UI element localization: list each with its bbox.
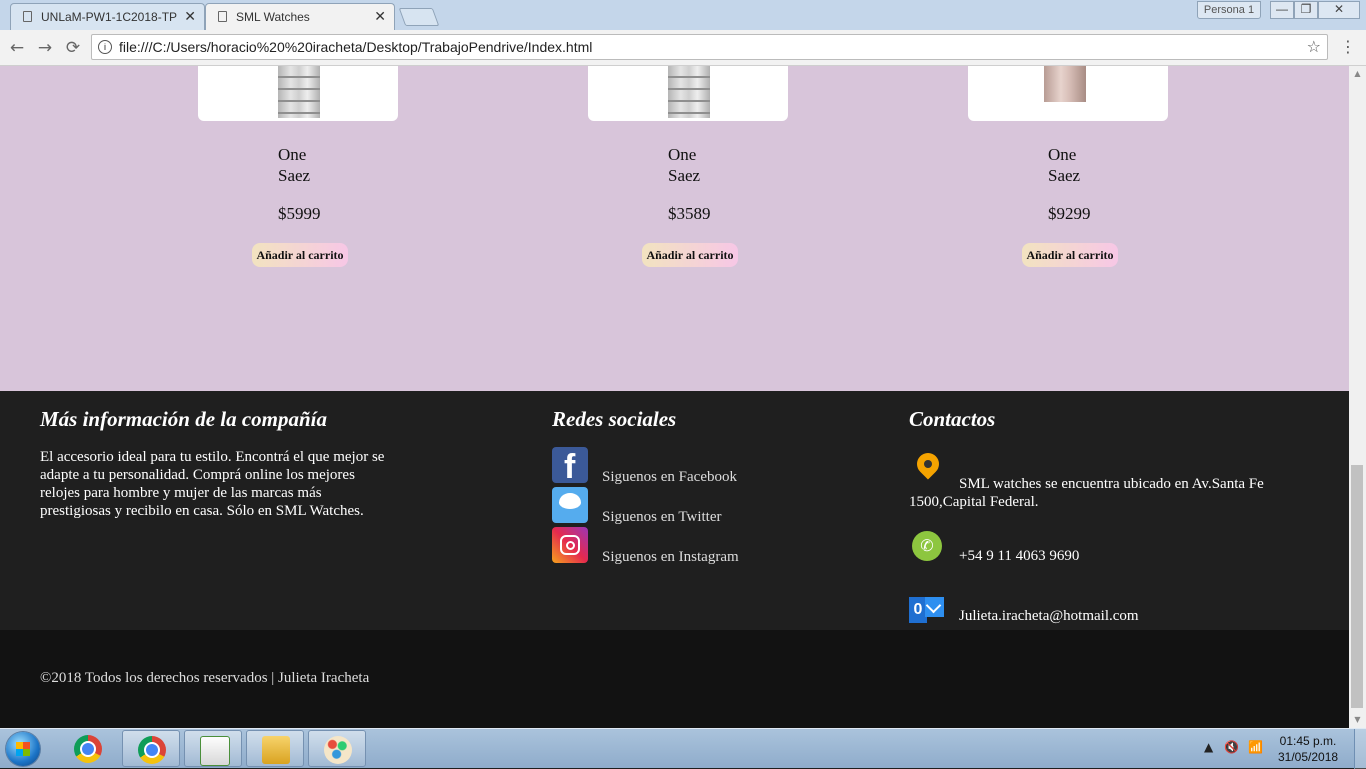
- product-name: One Saez: [668, 144, 700, 186]
- paint-icon: [324, 736, 352, 764]
- product-price: $3589: [668, 204, 711, 223]
- phone-icon: ✆: [912, 531, 942, 561]
- email-address[interactable]: Julieta.iracheta@hotmail.com: [959, 608, 1139, 625]
- show-hidden-icons-arrow[interactable]: ▲: [1204, 740, 1213, 754]
- close-window-button[interactable]: ✕: [1318, 1, 1360, 19]
- product-grid: One Saez $5999 Añadir al carrito One Sae…: [0, 66, 1349, 391]
- copyright-text: ©2018 Todos los derechos reservados | Ju…: [40, 670, 370, 686]
- contact-phone: ✆ +54 9 11 4063 9690: [909, 531, 1309, 571]
- company-description: El accesorio ideal para tu estilo. Encon…: [40, 449, 385, 519]
- new-tab-button[interactable]: [398, 8, 440, 26]
- forward-button[interactable]: →: [34, 37, 56, 59]
- clock-time[interactable]: 01:45 p.m.: [1278, 734, 1338, 748]
- back-button[interactable]: ←: [6, 37, 28, 59]
- taskbar-chrome-running[interactable]: [122, 730, 180, 767]
- twitter-icon[interactable]: [552, 487, 588, 523]
- scroll-up-arrow[interactable]: ▲: [1349, 66, 1366, 82]
- chrome-icon: [138, 736, 166, 764]
- product-name-line2: Saez: [668, 166, 701, 185]
- browser-toolbar: ← → ⟳ i file:///C:/Users/horacio%20%20ir…: [0, 30, 1366, 66]
- windows-taskbar: ▲ 🔇 📶 01:45 p.m. 31/05/2018: [0, 728, 1366, 769]
- tab-unlam[interactable]: UNLaM-PW1-1C2018-TP ✕: [10, 3, 205, 30]
- company-heading: Más información de la compañía: [40, 407, 328, 431]
- product-name-line1: One: [278, 145, 307, 164]
- clock-date[interactable]: 31/05/2018: [1278, 750, 1338, 764]
- tab-close-icon[interactable]: ✕: [374, 8, 386, 25]
- network-icon[interactable]: 📶: [1248, 740, 1263, 754]
- vertical-scrollbar[interactable]: ▲ ▼: [1349, 66, 1366, 728]
- product-price: $5999: [278, 204, 321, 223]
- social-label[interactable]: Siguenos en Instagram: [602, 549, 739, 566]
- taskbar-file-explorer[interactable]: [246, 730, 304, 767]
- contact-address: SML watches se encuentra ubicado en Av.S…: [909, 448, 1309, 513]
- chrome-icon: [74, 735, 102, 763]
- scroll-down-arrow[interactable]: ▼: [1349, 712, 1366, 728]
- product-name: One Saez: [1048, 144, 1080, 186]
- social-label[interactable]: Siguenos en Twitter: [602, 509, 722, 526]
- document-icon: [218, 11, 227, 22]
- scroll-thumb[interactable]: [1351, 465, 1363, 708]
- tab-title: SML Watches: [236, 10, 310, 24]
- notepad-icon: [200, 736, 230, 766]
- start-button[interactable]: [6, 732, 40, 766]
- phone-number: +54 9 11 4063 9690: [959, 548, 1080, 564]
- tab-strip: UNLaM-PW1-1C2018-TP ✕ SML Watches ✕ Pers…: [0, 0, 1366, 30]
- social-heading: Redes sociales: [552, 407, 677, 431]
- product-image[interactable]: [588, 66, 788, 121]
- tab-close-icon[interactable]: ✕: [184, 8, 196, 25]
- product-name-line2: Saez: [1048, 166, 1081, 185]
- add-to-cart-button[interactable]: Añadir al carrito: [1022, 243, 1118, 267]
- maximize-button[interactable]: ❐: [1294, 1, 1318, 19]
- show-desktop-button[interactable]: [1354, 729, 1366, 769]
- address-bar[interactable]: i file:///C:/Users/horacio%20%20iracheta…: [91, 34, 1328, 60]
- watch-strap-image: [278, 66, 320, 118]
- product-name: One Saez: [278, 144, 310, 186]
- add-to-cart-button[interactable]: Añadir al carrito: [642, 243, 738, 267]
- site-footer: Más información de la compañía El acceso…: [0, 391, 1349, 630]
- tab-title: UNLaM-PW1-1C2018-TP: [41, 10, 178, 24]
- volume-muted-icon[interactable]: 🔇: [1224, 740, 1239, 754]
- product-image[interactable]: [968, 66, 1168, 121]
- profile-button[interactable]: Persona 1: [1197, 1, 1261, 19]
- browser-menu-button[interactable]: ⋮: [1340, 37, 1356, 56]
- bookmark-star-icon[interactable]: ☆: [1307, 37, 1321, 56]
- taskbar-chrome-pinned[interactable]: [59, 730, 117, 767]
- add-to-cart-button[interactable]: Añadir al carrito: [252, 243, 348, 267]
- facebook-icon[interactable]: f: [552, 447, 588, 485]
- product-name-line2: Saez: [278, 166, 311, 185]
- contact-heading: Contactos: [909, 407, 996, 431]
- reload-button[interactable]: ⟳: [62, 37, 84, 59]
- minimize-button[interactable]: —: [1270, 1, 1294, 19]
- watch-strap-image: [668, 66, 710, 118]
- product-price: $9299: [1048, 204, 1091, 223]
- taskbar-paint[interactable]: [308, 730, 366, 767]
- system-tray: ▲ 🔇 📶 01:45 p.m. 31/05/2018: [1198, 729, 1366, 769]
- instagram-icon[interactable]: [552, 527, 588, 563]
- page-viewport: One Saez $5999 Añadir al carrito One Sae…: [0, 66, 1349, 728]
- copyright-bar: ©2018 Todos los derechos reservados | Ju…: [0, 630, 1349, 728]
- watch-strap-image: [1044, 66, 1086, 102]
- social-label[interactable]: Siguenos en Facebook: [602, 469, 737, 486]
- document-icon: [23, 11, 32, 22]
- product-image[interactable]: [198, 66, 398, 121]
- url-text[interactable]: file:///C:/Users/horacio%20%20iracheta/D…: [119, 39, 592, 55]
- product-name-line1: One: [1048, 145, 1077, 164]
- outlook-mail-icon: 0: [909, 591, 945, 625]
- taskbar-notepad[interactable]: [184, 730, 242, 767]
- product-name-line1: One: [668, 145, 697, 164]
- contact-email: 0 Julieta.iracheta@hotmail.com: [909, 591, 1309, 631]
- tab-sml-watches[interactable]: SML Watches ✕: [205, 3, 395, 30]
- info-icon[interactable]: i: [98, 40, 112, 54]
- address-text: SML watches se encuentra ubicado en Av.S…: [909, 476, 1264, 510]
- folder-icon: [262, 736, 290, 764]
